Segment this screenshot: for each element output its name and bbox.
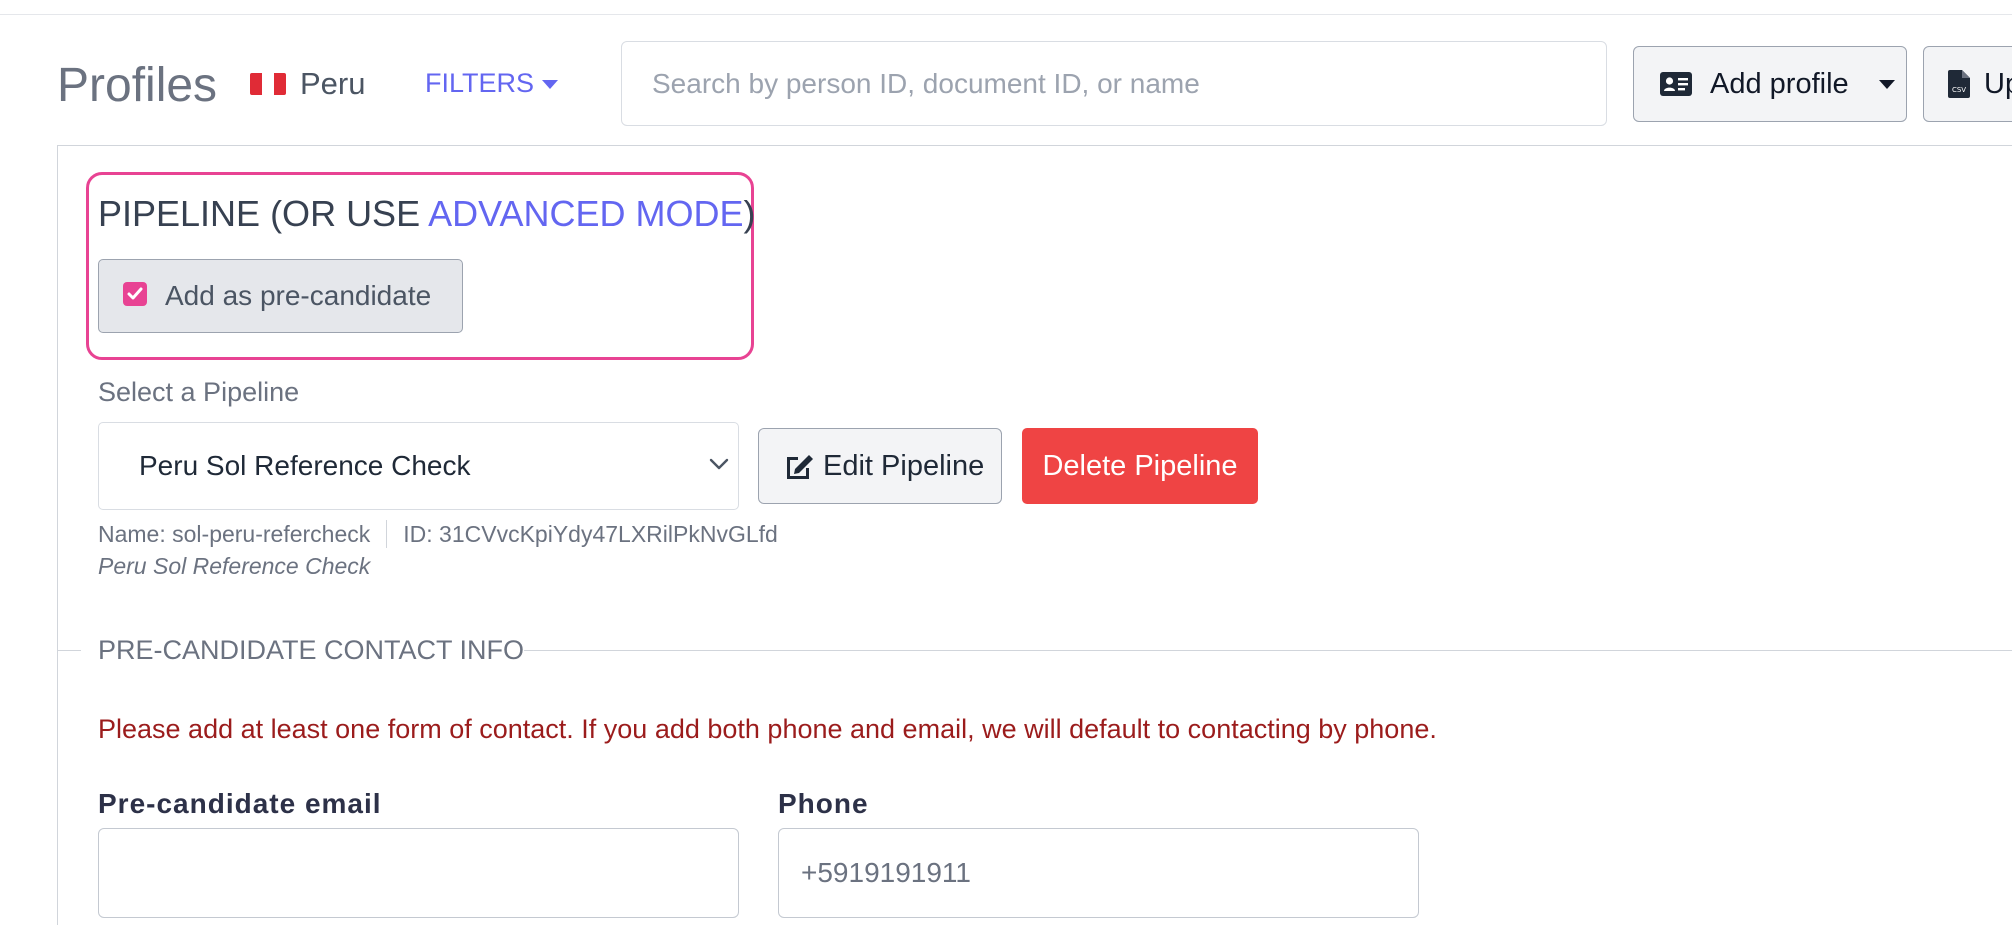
edit-pipeline-button[interactable]: Edit Pipeline	[758, 428, 1002, 504]
edit-pipeline-label: Edit Pipeline	[823, 449, 985, 482]
add-profile-label: Add profile	[1710, 67, 1849, 100]
delete-pipeline-button[interactable]: Delete Pipeline	[1022, 428, 1258, 504]
advanced-mode-link[interactable]: ADVANCED MODE	[428, 193, 743, 234]
delete-pipeline-label: Delete Pipeline	[1042, 449, 1238, 482]
meta-separator	[386, 520, 388, 548]
section-divider	[524, 650, 2012, 651]
peru-flag-icon	[250, 73, 286, 95]
upload-label: Up	[1984, 67, 2012, 100]
pipeline-heading-prefix: PIPELINE (OR USE	[98, 193, 429, 234]
country-name: Peru	[300, 66, 366, 101]
contact-section-title: PRE-CANDIDATE CONTACT INFO	[98, 635, 525, 665]
pipeline-heading-suffix: )	[743, 193, 756, 234]
chevron-down-icon	[709, 458, 729, 470]
csv-file-icon: CSV	[1948, 70, 1970, 98]
page-title: Profiles	[57, 59, 218, 112]
precandidate-label: Add as pre-candidate	[165, 280, 432, 311]
pipeline-meta-name: Name: sol-peru-refercheck	[98, 520, 371, 547]
pipeline-description: Peru Sol Reference Check	[98, 553, 371, 579]
email-field-label: Pre-candidate email	[98, 788, 382, 819]
page-header: Profiles Peru FILTERS Add profile CSV Up	[0, 40, 2012, 130]
add-as-precandidate-toggle[interactable]: Add as pre-candidate	[98, 259, 463, 333]
checkmark-icon	[127, 287, 143, 300]
search-input[interactable]	[621, 41, 1607, 126]
pipeline-meta: Name: sol-peru-refercheck ID: 31CVvcKpiY…	[98, 520, 778, 548]
caret-down-icon	[1878, 79, 1895, 89]
pipeline-select[interactable]: Peru Sol Reference Check	[98, 422, 739, 510]
country-indicator: Peru	[250, 66, 365, 102]
add-profile-button[interactable]: Add profile	[1633, 46, 1907, 122]
caret-down-icon	[542, 80, 559, 89]
email-field[interactable]	[98, 828, 739, 918]
upload-button[interactable]: CSV Up	[1923, 46, 2012, 122]
select-pipeline-label: Select a Pipeline	[98, 377, 300, 407]
pipeline-select-value: Peru Sol Reference Check	[139, 450, 471, 481]
edit-icon	[787, 455, 813, 479]
phone-field[interactable]	[778, 828, 1419, 918]
phone-field-label: Phone	[778, 788, 869, 819]
precandidate-checkbox[interactable]	[123, 282, 147, 306]
id-card-icon	[1660, 72, 1692, 96]
pipeline-meta-id: ID: 31CVvcKpiYdy47LXRilPkNvGLfd	[403, 520, 778, 547]
section-divider	[57, 650, 81, 651]
filters-dropdown[interactable]: FILTERS	[425, 68, 559, 99]
filters-label: FILTERS	[425, 68, 535, 98]
pipeline-heading: PIPELINE (OR USE ADVANCED MODE)	[98, 193, 755, 235]
top-divider	[0, 14, 2012, 15]
svg-text:CSV: CSV	[1952, 86, 1966, 94]
contact-warning-text: Please add at least one form of contact.…	[98, 714, 1437, 744]
